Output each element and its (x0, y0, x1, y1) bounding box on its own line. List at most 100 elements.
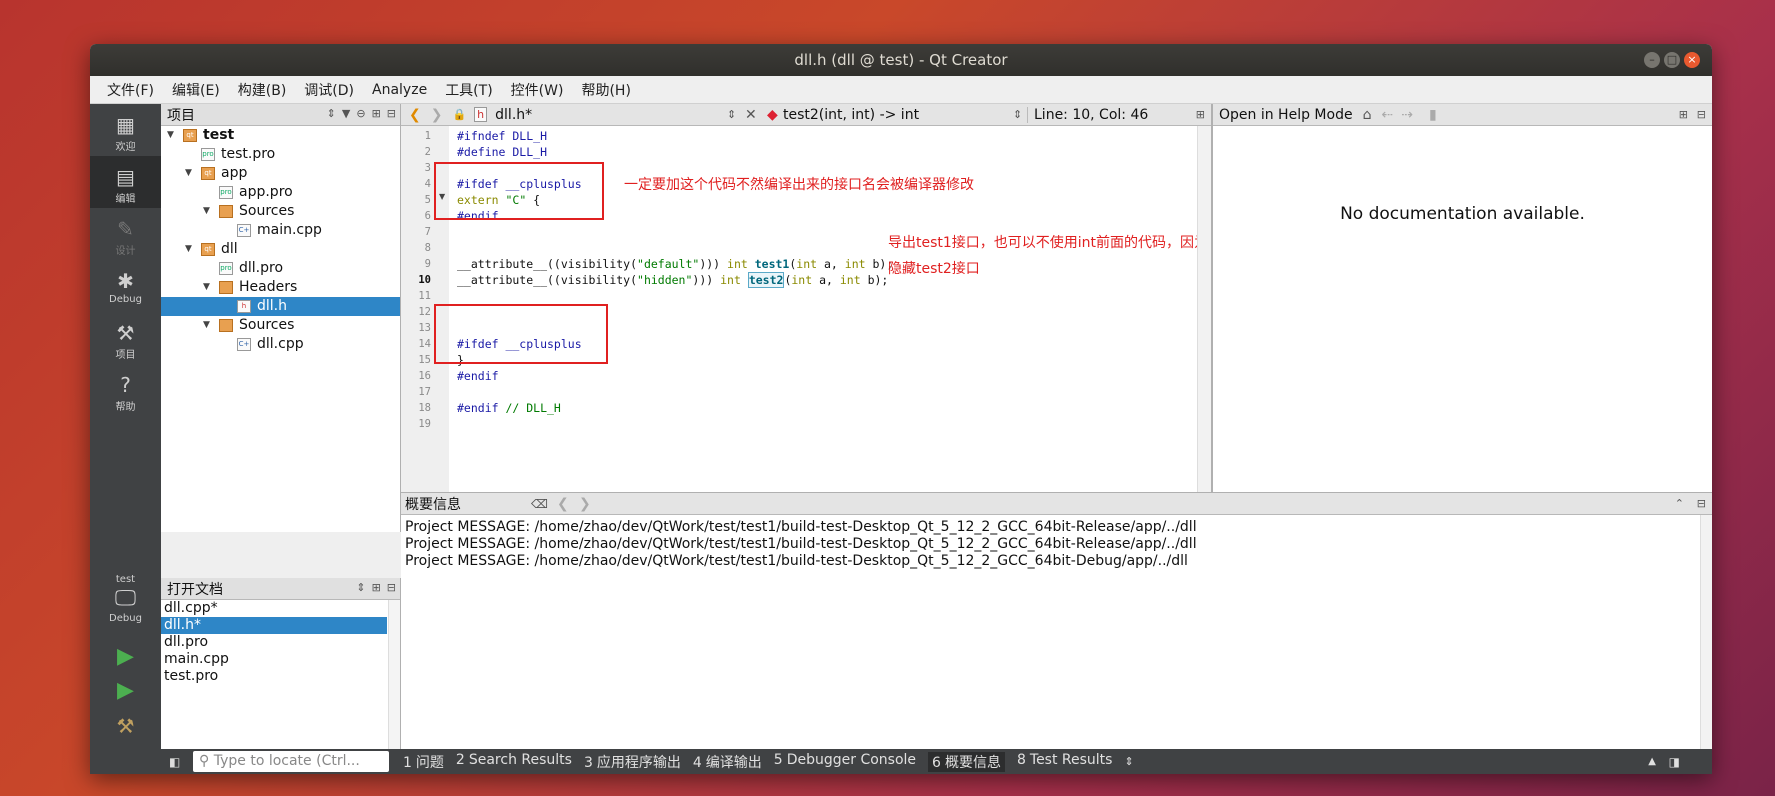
output-tab[interactable]: 3 应用程序输出 (584, 752, 681, 772)
close-pane-icon[interactable]: ⊟ (1697, 108, 1706, 121)
tree-item[interactable]: pro app.pro (161, 183, 400, 202)
mode-edit[interactable]: ▤ 编辑 (90, 156, 161, 208)
output-tab-number: 8 (1016, 751, 1026, 768)
symbol-selector[interactable]: test2(int, int) -> int (783, 107, 919, 123)
line-number: 9 (424, 258, 431, 270)
open-document-item[interactable]: dll.pro (161, 634, 387, 651)
split-icon[interactable]: ⊞ (372, 581, 381, 594)
close-button[interactable]: × (1684, 52, 1700, 68)
open-document-item[interactable]: dll.cpp* (161, 600, 387, 617)
expand-arrow-icon[interactable]: ▼ (185, 164, 192, 183)
output-scrollbar[interactable] (1700, 515, 1712, 751)
mode-welcome[interactable]: ▦ 欢迎 (90, 104, 161, 156)
expand-arrow-icon[interactable]: ▼ (185, 240, 192, 259)
tree-item[interactable]: ▼ qt app (161, 164, 400, 183)
mode-help[interactable]: ? 帮助 (90, 364, 161, 416)
bookmark-icon[interactable]: ▮ (1429, 107, 1437, 123)
open-in-help-mode[interactable]: Open in Help Mode (1219, 107, 1353, 123)
docs-scrollbar[interactable] (388, 600, 400, 774)
clear-icon[interactable]: ⌫ (531, 497, 548, 511)
mode-projects[interactable]: ⚒ 项目 (90, 312, 161, 364)
output-tab[interactable]: 4 编译输出 (693, 752, 762, 772)
split-icon[interactable]: ⊞ (372, 107, 381, 120)
menu-analyze[interactable]: Analyze (363, 82, 436, 98)
menu-build[interactable]: 构建(B) (229, 80, 296, 100)
mode-design[interactable]: ✎ 设计 (90, 208, 161, 260)
expand-up-icon[interactable]: ▲ (1648, 756, 1656, 767)
editor-file-name[interactable]: dll.h* (495, 107, 532, 123)
file-icon: pro (219, 186, 233, 199)
link-icon[interactable]: ⊖ (356, 107, 365, 120)
forward-icon[interactable]: ❯ (431, 107, 443, 123)
menu-edit[interactable]: 编辑(E) (163, 80, 229, 100)
output-tab-number: 4 (692, 754, 702, 771)
menu-tools[interactable]: 工具(T) (436, 80, 501, 100)
close-pane-icon[interactable]: ⊟ (387, 581, 396, 594)
tree-item[interactable]: pro dll.pro (161, 259, 400, 278)
open-document-item[interactable]: test.pro (161, 668, 387, 685)
maximize-button[interactable]: □ (1664, 52, 1680, 68)
open-document-item[interactable]: dll.h* (161, 617, 387, 634)
split-icon[interactable]: ⊞ (1679, 108, 1688, 121)
menu-file[interactable]: 文件(F) (98, 80, 163, 100)
tree-item[interactable]: ▼ qt dll (161, 240, 400, 259)
grid-icon: ▦ (116, 113, 135, 137)
build-button[interactable]: ⚒ (90, 714, 161, 738)
tree-item[interactable]: h dll.h (161, 297, 400, 316)
expand-arrow-icon[interactable]: ▼ (203, 278, 210, 297)
output-tab[interactable]: 6 概要信息 (928, 751, 1005, 772)
output-tab[interactable]: 1 问题 (403, 752, 444, 772)
mode-bar: ▦ 欢迎 ▤ 编辑 ✎ 设计 ✱ Debug ⚒ 项目 ? 帮助 test 🖵 … (90, 104, 161, 774)
monitor-icon: 🖵 (114, 586, 137, 611)
toggle-sidebar-icon[interactable]: ◧ (169, 755, 180, 769)
back-icon[interactable]: ⇠ (1381, 107, 1393, 123)
file-dropdown-icon[interactable]: ⇕ (727, 108, 736, 121)
close-file-icon[interactable]: ✕ (745, 107, 757, 123)
back-icon[interactable]: ❮ (409, 107, 421, 123)
maximize-pane-icon[interactable]: ⌃ (1675, 497, 1684, 510)
debug-run-button[interactable]: ▶ (90, 678, 161, 703)
mode-debug[interactable]: ✱ Debug (90, 260, 161, 312)
locator-input[interactable]: ⚲ Type to locate (Ctrl... (193, 751, 389, 772)
menu-debug[interactable]: 调试(D) (295, 80, 363, 100)
split-editor-icon[interactable]: ⊞ (1196, 108, 1205, 121)
editor-scrollbar[interactable] (1197, 126, 1211, 492)
next-icon[interactable]: ❯ (579, 496, 591, 512)
kit-selector[interactable]: test 🖵 Debug (90, 574, 161, 624)
toggle-right-sidebar-icon[interactable]: ◨ (1669, 755, 1680, 769)
tree-item[interactable]: ▼ Sources (161, 316, 400, 335)
document-icon: ▤ (116, 165, 135, 189)
run-button[interactable]: ▶ (90, 644, 161, 669)
sort-icon[interactable]: ⇕ (327, 107, 336, 120)
minimize-button[interactable]: – (1644, 52, 1660, 68)
output-line: Project MESSAGE: /home/zhao/dev/QtWork/t… (405, 553, 1188, 569)
forward-icon[interactable]: ⇢ (1401, 107, 1413, 123)
output-tab[interactable]: 5 Debugger Console (774, 752, 916, 772)
close-pane-icon[interactable]: ⊟ (1697, 497, 1706, 510)
close-pane-icon[interactable]: ⊟ (387, 107, 396, 120)
menu-window[interactable]: 控件(W) (502, 80, 573, 100)
menu-help[interactable]: 帮助(H) (572, 80, 639, 100)
open-document-item[interactable]: main.cpp (161, 651, 387, 668)
cursor-position[interactable]: Line: 10, Col: 46 (1027, 106, 1148, 123)
output-tab[interactable]: 2 Search Results (456, 752, 572, 772)
output-tab[interactable]: 8 Test Results (1017, 752, 1113, 772)
tree-item[interactable]: ▼ Sources (161, 202, 400, 221)
home-icon[interactable]: ⌂ (1363, 107, 1372, 123)
expand-arrow-icon[interactable]: ▼ (203, 202, 210, 221)
expand-arrow-icon[interactable]: ▼ (203, 316, 210, 335)
tree-item[interactable]: C+ dll.cpp (161, 335, 400, 354)
tree-item[interactable]: ▼ qt test (161, 126, 400, 145)
project-icon: qt (201, 167, 215, 180)
prev-icon[interactable]: ❮ (557, 496, 569, 512)
more-tabs-icon[interactable]: ⇕ (1124, 755, 1133, 768)
tree-item[interactable]: C+ main.cpp (161, 221, 400, 240)
tree-item[interactable]: ▼ Headers (161, 278, 400, 297)
symbol-dropdown-icon[interactable]: ⇕ (1013, 108, 1022, 121)
mode-design-label: 设计 (115, 246, 136, 257)
sort-icon[interactable]: ⇕ (356, 581, 365, 594)
expand-arrow-icon[interactable]: ▼ (167, 126, 174, 145)
tree-item[interactable]: pro test.pro (161, 145, 400, 164)
filter-icon[interactable]: ▼ (342, 107, 350, 120)
line-number: 5 (424, 194, 431, 206)
